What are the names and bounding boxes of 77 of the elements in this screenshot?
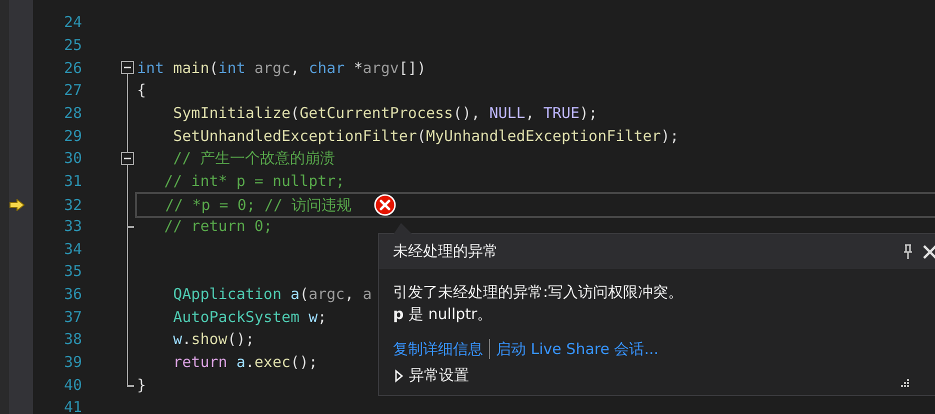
function-name: show — [191, 330, 228, 348]
code-text: (), — [453, 104, 482, 122]
code-text: []) — [398, 58, 426, 77]
line-number: 24 — [62, 13, 82, 32]
line-number: 40 — [62, 376, 82, 394]
code-text: (); — [290, 352, 318, 371]
code-text: ( — [300, 285, 309, 303]
variable-name: a — [236, 352, 246, 371]
line-number: 29 — [62, 126, 82, 145]
code-text: ); — [660, 126, 679, 145]
code-text: ( — [290, 104, 300, 122]
type-name: QApplication — [172, 285, 282, 303]
line-number: 31 — [62, 172, 82, 190]
keyword: int — [218, 58, 246, 77]
code-text: ; — [318, 308, 327, 326]
variable-name: w — [308, 308, 318, 326]
variable-name: a — [290, 285, 300, 303]
type-name: AutoPackSystem — [172, 308, 300, 326]
line-number: 27 — [62, 81, 82, 100]
function-name: exec — [254, 352, 291, 371]
exception-settings-toggle[interactable]: 异常设置 — [393, 366, 925, 385]
line-number: 34 — [62, 240, 82, 258]
line-number: 38 — [62, 330, 82, 348]
function-name: SymInitialize — [172, 104, 291, 122]
code-text: . — [245, 352, 254, 371]
parameter-name: a — [362, 285, 372, 303]
macro-name: TRUE — [543, 104, 580, 122]
line-number: 25 — [62, 36, 82, 54]
code-text: * — [352, 58, 363, 77]
line-number: 36 — [62, 285, 82, 303]
code-text: , — [525, 104, 536, 122]
keyword: int — [137, 58, 166, 77]
code-text: , — [290, 58, 301, 77]
line-number: 32 — [62, 196, 82, 214]
line-number: 37 — [62, 308, 82, 326]
code-text: ); — [580, 104, 598, 122]
function-name: SetUnhandledExceptionFilter — [172, 126, 417, 145]
pin-icon[interactable] — [901, 244, 915, 260]
popup-title: 未经处理的异常 — [393, 242, 499, 261]
code-text: ( — [416, 126, 426, 145]
function-name: main — [173, 58, 210, 77]
exception-detail: p 是 nullptr。 — [393, 304, 494, 325]
exception-message: 引发了未经处理的异常:写入访问权限冲突。 — [393, 282, 684, 303]
code-text: . — [182, 330, 192, 348]
code-comment: // 产生一个故意的崩溃 — [172, 148, 336, 168]
collapse-icon[interactable] — [121, 61, 134, 74]
code-comment: // return 0; — [163, 217, 272, 236]
code-comment: // int* p = nullptr; — [163, 172, 345, 190]
line-number: 30 — [62, 149, 82, 168]
collapse-icon[interactable] — [121, 152, 134, 165]
code-text: , — [344, 285, 355, 303]
macro-name: NULL — [489, 104, 526, 122]
line-number: 28 — [62, 104, 82, 122]
line-number: 39 — [62, 352, 82, 371]
code-text: (); — [227, 330, 254, 348]
resize-grip-icon[interactable] — [901, 379, 909, 387]
expand-icon — [393, 368, 405, 382]
code-comment: // *p = 0; // 访问违规 — [164, 196, 352, 215]
function-name: MyUnhandledExceptionFilter — [426, 126, 661, 145]
keyword: char — [308, 58, 345, 77]
keyword: return — [172, 352, 228, 371]
close-icon[interactable] — [921, 244, 935, 260]
line-number: 41 — [62, 398, 82, 414]
line-number: 26 — [62, 58, 82, 77]
popup-link[interactable]: 复制详细信息 — [393, 340, 483, 358]
parameter-name: argc — [308, 285, 345, 303]
error-icon[interactable] — [374, 194, 396, 216]
code-text: ( — [209, 58, 218, 77]
variable-name: w — [172, 330, 182, 348]
parameter-name: argv — [362, 58, 399, 77]
function-name: GetCurrentProcess — [300, 104, 454, 122]
code-text: } — [137, 376, 146, 394]
line-number: 35 — [62, 262, 82, 280]
line-number: 33 — [62, 217, 82, 236]
code-text: { — [137, 81, 146, 100]
popup-link[interactable]: 启动 Live Share 会话... — [496, 340, 659, 358]
parameter-name: argc — [254, 58, 291, 77]
